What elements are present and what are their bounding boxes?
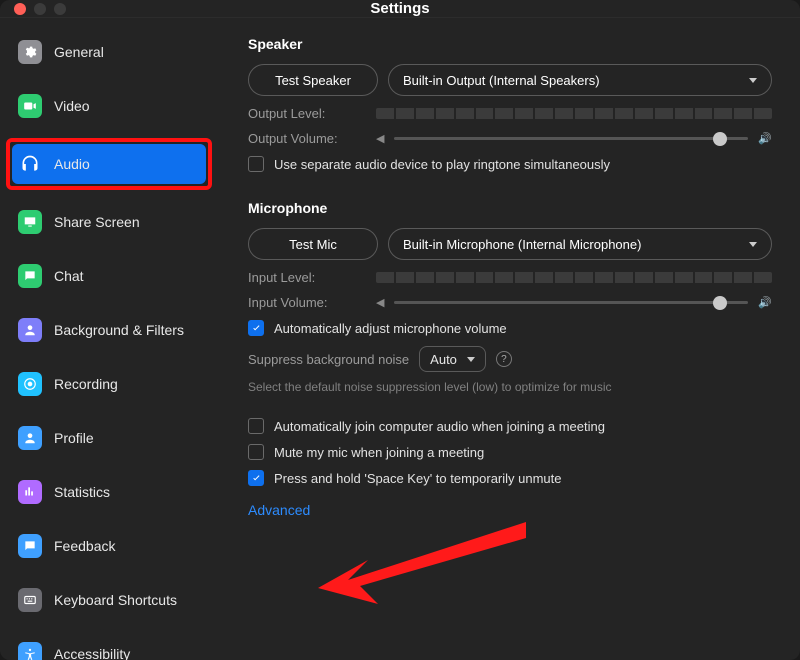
- gear-icon: [18, 40, 42, 64]
- mute-on-join-checkbox[interactable]: [248, 444, 264, 460]
- speaker-device-value: Built-in Output (Internal Speakers): [403, 73, 600, 88]
- output-level-meter: [376, 108, 772, 119]
- sidebar-item-label: Profile: [54, 430, 94, 446]
- sidebar-item-general[interactable]: General: [12, 36, 206, 68]
- sidebar-item-label: Chat: [54, 268, 84, 284]
- auto-adjust-mic-checkbox[interactable]: [248, 320, 264, 336]
- sidebar: General Video Audio: [0, 18, 218, 660]
- sidebar-item-label: General: [54, 44, 104, 60]
- minimize-icon[interactable]: [34, 3, 46, 15]
- maximize-icon[interactable]: [54, 3, 66, 15]
- microphone-heading: Microphone: [248, 200, 772, 216]
- ringtone-device-checkbox[interactable]: [248, 156, 264, 172]
- share-screen-icon: [18, 210, 42, 234]
- statistics-icon: [18, 480, 42, 504]
- output-volume-slider[interactable]: ◀ 🔊: [376, 132, 772, 145]
- profile-icon: [18, 426, 42, 450]
- sidebar-item-label: Statistics: [54, 484, 110, 500]
- sidebar-item-accessibility[interactable]: Accessibility: [12, 638, 206, 660]
- mic-device-value: Built-in Microphone (Internal Microphone…: [403, 237, 641, 252]
- mic-device-select[interactable]: Built-in Microphone (Internal Microphone…: [388, 228, 772, 260]
- sidebar-item-share-screen[interactable]: Share Screen: [12, 206, 206, 238]
- noise-suppress-label: Suppress background noise: [248, 352, 409, 367]
- sidebar-item-statistics[interactable]: Statistics: [12, 476, 206, 508]
- sidebar-item-keyboard-shortcuts[interactable]: Keyboard Shortcuts: [12, 584, 206, 616]
- press-space-unmute-label: Press and hold 'Space Key' to temporaril…: [274, 471, 562, 486]
- settings-window: Settings General Video: [0, 0, 800, 660]
- input-volume-slider[interactable]: ◀ 🔊: [376, 296, 772, 309]
- auto-join-audio-label: Automatically join computer audio when j…: [274, 419, 605, 434]
- sidebar-item-profile[interactable]: Profile: [12, 422, 206, 454]
- sidebar-item-label: Keyboard Shortcuts: [54, 592, 177, 608]
- noise-suppress-value: Auto: [430, 352, 457, 367]
- input-level-meter: [376, 272, 772, 283]
- window-controls: [14, 3, 66, 15]
- sidebar-item-chat[interactable]: Chat: [12, 260, 206, 292]
- sidebar-item-background-filters[interactable]: Background & Filters: [12, 314, 206, 346]
- recording-icon: [18, 372, 42, 396]
- sidebar-item-feedback[interactable]: Feedback: [12, 530, 206, 562]
- auto-join-audio-checkbox[interactable]: [248, 418, 264, 434]
- input-level-label: Input Level:: [248, 270, 376, 285]
- output-level-label: Output Level:: [248, 106, 376, 121]
- sidebar-item-label: Share Screen: [54, 214, 140, 230]
- sidebar-item-audio[interactable]: Audio: [12, 144, 206, 184]
- headphones-icon: [18, 152, 42, 176]
- sidebar-item-video[interactable]: Video: [12, 90, 206, 122]
- chevron-down-icon: [467, 357, 475, 362]
- advanced-link[interactable]: Advanced: [248, 502, 310, 518]
- video-icon: [18, 94, 42, 118]
- sidebar-item-label: Audio: [54, 156, 90, 172]
- titlebar: Settings: [0, 0, 800, 18]
- input-volume-label: Input Volume:: [248, 295, 376, 310]
- volume-high-icon: 🔊: [758, 132, 772, 145]
- settings-content: Speaker Test Speaker Built-in Output (In…: [218, 18, 800, 660]
- chevron-down-icon: [749, 78, 757, 83]
- output-volume-label: Output Volume:: [248, 131, 376, 146]
- noise-suppress-select[interactable]: Auto: [419, 346, 486, 372]
- chevron-down-icon: [749, 242, 757, 247]
- close-icon[interactable]: [14, 3, 26, 15]
- test-mic-button[interactable]: Test Mic: [248, 228, 378, 260]
- sidebar-item-audio-highlight: Audio: [6, 138, 212, 190]
- sidebar-item-label: Background & Filters: [54, 322, 184, 338]
- sidebar-item-label: Video: [54, 98, 90, 114]
- window-title: Settings: [0, 0, 800, 17]
- volume-low-icon: ◀: [376, 296, 384, 309]
- mute-on-join-label: Mute my mic when joining a meeting: [274, 445, 484, 460]
- speaker-heading: Speaker: [248, 36, 772, 52]
- auto-adjust-mic-label: Automatically adjust microphone volume: [274, 321, 507, 336]
- chat-icon: [18, 264, 42, 288]
- annotation-arrow: [308, 518, 528, 608]
- volume-low-icon: ◀: [376, 132, 384, 145]
- ringtone-device-label: Use separate audio device to play ringto…: [274, 157, 610, 172]
- feedback-icon: [18, 534, 42, 558]
- sidebar-item-label: Accessibility: [54, 646, 130, 660]
- accessibility-icon: [18, 642, 42, 660]
- background-filters-icon: [18, 318, 42, 342]
- test-speaker-button[interactable]: Test Speaker: [248, 64, 378, 96]
- sidebar-item-label: Recording: [54, 376, 118, 392]
- volume-high-icon: 🔊: [758, 296, 772, 309]
- speaker-device-select[interactable]: Built-in Output (Internal Speakers): [388, 64, 772, 96]
- help-icon[interactable]: ?: [496, 351, 512, 367]
- sidebar-item-label: Feedback: [54, 538, 115, 554]
- sidebar-item-recording[interactable]: Recording: [12, 368, 206, 400]
- noise-hint: Select the default noise suppression lev…: [248, 380, 772, 394]
- press-space-unmute-checkbox[interactable]: [248, 470, 264, 486]
- keyboard-icon: [18, 588, 42, 612]
